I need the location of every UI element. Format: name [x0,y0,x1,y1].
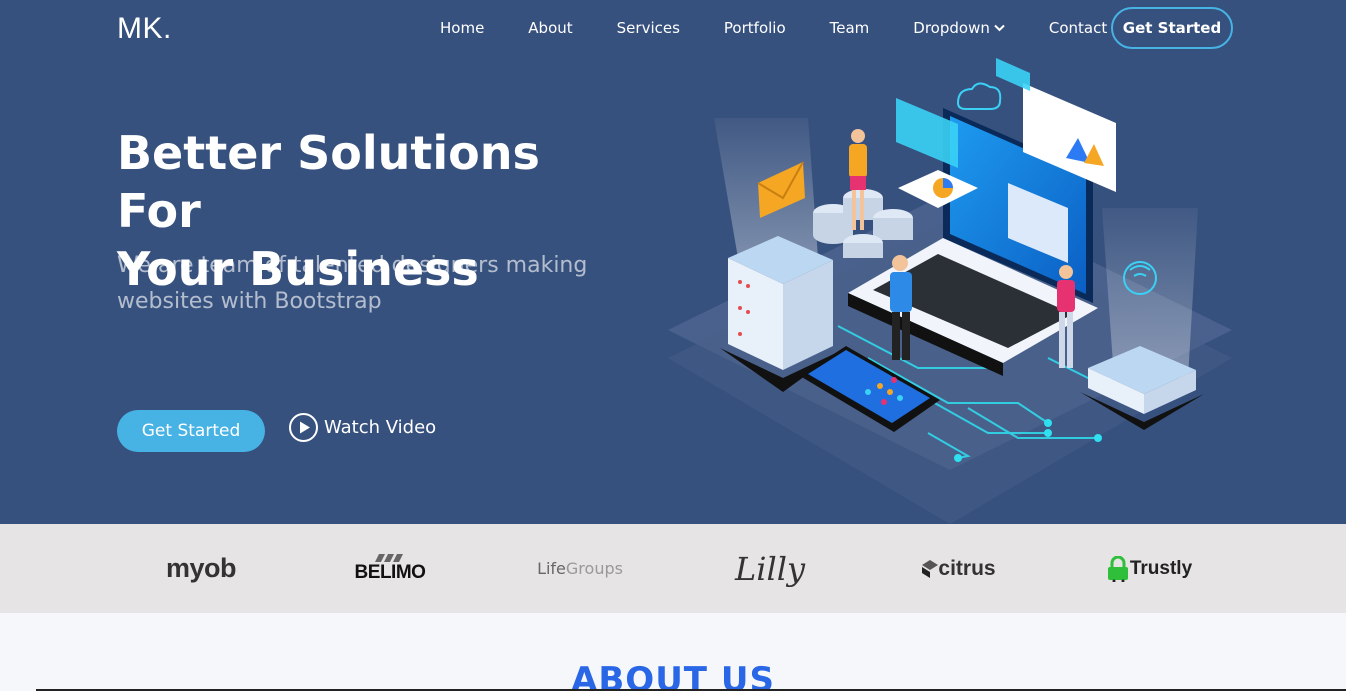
nav-about-label: About [528,19,573,37]
nav-team[interactable]: Team [830,19,870,37]
hero-title-line1: Better Solutions For [117,126,540,238]
nav-home[interactable]: Home [440,19,484,37]
nav-about[interactable]: About [528,19,572,37]
client-trustly-text: Trustly [1129,557,1193,579]
client-lifegroups-text-a: Life [537,559,566,578]
hero-get-started-button[interactable]: Get Started [117,410,265,452]
client-logo-lilly: Lilly [728,524,812,613]
nav-portfolio-label: Portfolio [723,19,786,37]
client-citrus-text: citrus [938,556,996,580]
client-logo-lifegroups: Life Groups [537,524,623,613]
play-icon [289,413,318,442]
belimo-mark-icon [375,553,403,562]
nav-team-label: Team [829,19,870,37]
citrus-mark-icon [922,559,939,578]
nav-portfolio[interactable]: Portfolio [724,19,786,37]
client-logo-citrus: citrus [918,524,1000,613]
nav-services-label: Services [616,19,680,37]
brand-logo[interactable]: MK. [117,12,172,46]
hero-section: MK. Home About Services Portfolio Team D… [0,0,1346,524]
client-logo-trustly: Trustly [1100,524,1198,613]
clients-strip: myob BELIMO Life Groups Lilly citrus Trus… [0,524,1346,613]
hero-illustration [668,58,1232,524]
nav-contact-label: Contact [1048,19,1108,37]
nav-dropdown-label: Dropdown [913,19,990,37]
hero-subtitle: We are team of talented designers making… [117,253,588,314]
client-logo-myob: myob [160,524,242,613]
chevron-down-icon [994,22,1005,35]
trustly-lock-icon [1107,555,1128,582]
client-belimo-text: BELIMO [354,561,426,583]
client-logo-belimo: BELIMO [348,524,432,613]
nav-contact[interactable]: Contact [1049,19,1107,37]
client-lifegroups-text-b: Groups [565,559,623,578]
nav-dropdown[interactable]: Dropdown [913,19,1005,37]
nav-services[interactable]: Services [617,19,680,37]
client-lilly-text: Lilly [734,549,806,588]
client-myob-text: myob [165,553,237,583]
about-section-title: ABOUT US [571,660,775,691]
watch-video-label: Watch Video [324,417,437,438]
main-nav: Home About Services Portfolio Team Dropd… [418,0,1129,56]
nav-home-label: Home [440,19,485,37]
nav-get-started-button[interactable]: Get Started [1111,7,1233,49]
watch-video-button[interactable]: Watch Video [289,413,436,442]
